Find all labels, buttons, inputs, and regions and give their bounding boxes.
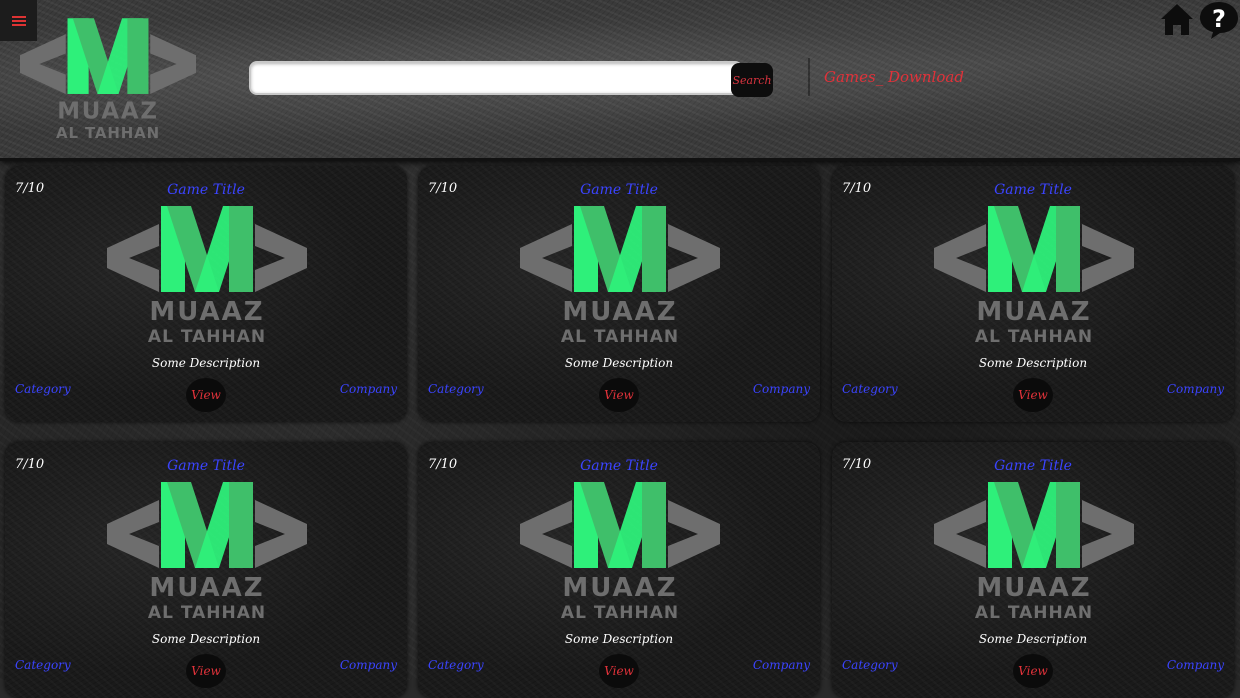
game-thumbnail-logo[interactable]: MUAAZ AL TAHHAN [933,206,1135,344]
view-button[interactable]: View [599,654,639,688]
logo-m-icon [67,18,149,94]
logo-line2: AL TAHHAN [561,603,679,620]
game-card: 7/10 Game Title MUAAZ AL TAHHAN Some Des… [418,442,820,698]
game-description: Some Description [151,356,261,370]
games-download-link[interactable]: Games_ Download [824,68,964,86]
logo-m-icon [988,482,1080,568]
logo-line2: AL TAHHAN [975,327,1093,344]
game-description: Some Description [978,356,1088,370]
help-speech-bubble-icon[interactable]: ? [1199,0,1239,40]
game-title[interactable]: Game Title [418,182,820,198]
search-button[interactable]: Search [731,63,773,97]
logo-line1: MUAAZ [976,573,1091,603]
logo-line2: AL TAHHAN [561,327,679,344]
logo-line2: AL TAHHAN [148,603,266,620]
site-header: MUAAZ AL TAHHAN Search Games_ Download ? [0,0,1240,161]
logo-line2: AL TAHHAN [56,124,160,140]
game-card: 7/10 Game Title MUAAZ AL TAHHAN Some Des… [832,166,1234,422]
game-description: Some Description [978,632,1088,646]
game-card: 7/10 Game Title MUAAZ AL TAHHAN Some Des… [418,166,820,422]
game-description: Some Description [564,356,674,370]
game-card: 7/10 Game Title MUAAZ AL TAHHAN Some Des… [832,442,1234,698]
game-category-link[interactable]: Category [842,658,898,672]
brand-logo[interactable]: MUAAZ AL TAHHAN [20,18,196,140]
game-company-link[interactable]: Company [753,382,810,396]
game-thumbnail-logo[interactable]: MUAAZ AL TAHHAN [933,482,1135,620]
view-button[interactable]: View [599,378,639,412]
game-title[interactable]: Game Title [418,458,820,474]
header-divider [808,58,810,96]
view-button[interactable]: View [186,378,226,412]
logo-line2: AL TAHHAN [148,327,266,344]
game-title[interactable]: Game Title [5,182,407,198]
game-description: Some Description [564,632,674,646]
games-grid: 7/10 Game Title MUAAZ AL TAHHAN Some Des… [0,166,1240,698]
search-input[interactable] [249,61,743,95]
svg-text:?: ? [1212,5,1226,33]
game-description: Some Description [151,632,261,646]
logo-line1: MUAAZ [57,99,158,125]
game-category-link[interactable]: Category [428,658,484,672]
view-button[interactable]: View [1013,378,1053,412]
game-title[interactable]: Game Title [832,458,1234,474]
game-company-link[interactable]: Company [340,382,397,396]
view-button[interactable]: View [186,654,226,688]
game-category-link[interactable]: Category [842,382,898,396]
game-thumbnail-logo[interactable]: MUAAZ AL TAHHAN [106,206,308,344]
logo-m-icon [161,206,253,292]
game-company-link[interactable]: Company [1167,382,1224,396]
game-company-link[interactable]: Company [340,658,397,672]
logo-line1: MUAAZ [562,297,677,327]
home-icon[interactable] [1160,2,1194,36]
logo-m-icon [161,482,253,568]
logo-line1: MUAAZ [149,297,264,327]
logo-m-icon [574,482,666,568]
logo-line1: MUAAZ [976,297,1091,327]
game-title[interactable]: Game Title [832,182,1234,198]
game-category-link[interactable]: Category [15,382,71,396]
logo-line1: MUAAZ [562,573,677,603]
logo-m-icon [988,206,1080,292]
game-category-link[interactable]: Category [428,382,484,396]
logo-line2: AL TAHHAN [975,603,1093,620]
game-thumbnail-logo[interactable]: MUAAZ AL TAHHAN [519,206,721,344]
game-thumbnail-logo[interactable]: MUAAZ AL TAHHAN [519,482,721,620]
view-button[interactable]: View [1013,654,1053,688]
logo-line1: MUAAZ [149,573,264,603]
logo-m-icon [574,206,666,292]
game-category-link[interactable]: Category [15,658,71,672]
game-company-link[interactable]: Company [1167,658,1224,672]
game-card: 7/10 Game Title MUAAZ AL TAHHAN Some Des… [5,442,407,698]
game-title[interactable]: Game Title [5,458,407,474]
game-company-link[interactable]: Company [753,658,810,672]
game-thumbnail-logo[interactable]: MUAAZ AL TAHHAN [106,482,308,620]
game-card: 7/10 Game Title MUAAZ AL TAHHAN Some Des… [5,166,407,422]
